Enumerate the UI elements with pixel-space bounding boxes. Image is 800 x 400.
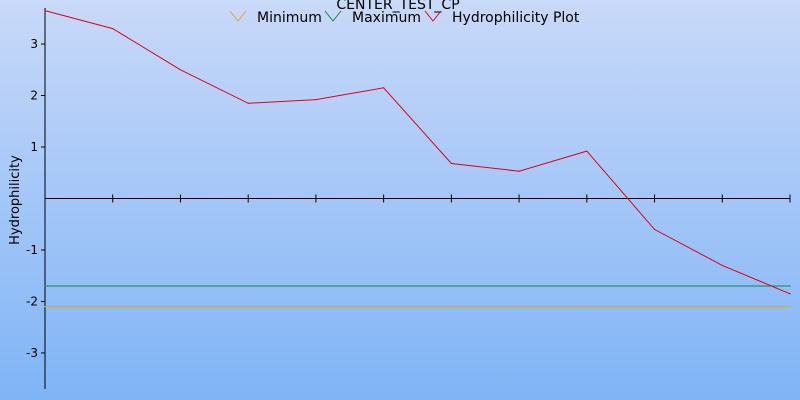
- data-point-minimum: [383, 306, 385, 308]
- data-point-minimum: [518, 306, 520, 308]
- data-point-minimum: [450, 306, 452, 308]
- y-tick-label: 1: [30, 140, 38, 154]
- data-point-hydrophilicity-plot: [44, 9, 46, 12]
- data-point-maximum: [315, 285, 317, 287]
- data-point-hydrophilicity-plot: [653, 228, 656, 230]
- data-point-maximum: [653, 285, 656, 287]
- data-point-hydrophilicity-plot: [383, 87, 385, 89]
- data-point-minimum: [112, 306, 114, 308]
- data-point-hydrophilicity-plot: [179, 69, 182, 71]
- y-tick-label: -2: [26, 294, 38, 308]
- hydrophilicity-chart: CENTER_TEST_CP Minimum Maximum Hydrophilic…: [0, 0, 800, 400]
- data-point-hydrophilicity-plot: [112, 27, 114, 30]
- chart-canvas: CENTER_TEST_CP Minimum Maximum Hydrophilic…: [0, 0, 800, 400]
- data-point-minimum: [247, 306, 249, 308]
- data-point-maximum: [721, 285, 723, 287]
- data-point-hydrophilicity-plot: [315, 99, 317, 101]
- data-point-maximum: [247, 285, 249, 287]
- data-point-minimum: [179, 306, 182, 308]
- data-point-hydrophilicity-plot: [518, 170, 520, 172]
- data-point-hydrophilicity-plot: [721, 264, 723, 267]
- data-point-hydrophilicity-plot: [789, 293, 791, 295]
- data-point-hydrophilicity-plot: [247, 102, 249, 104]
- data-point-minimum: [721, 306, 723, 308]
- legend-label: Minimum: [257, 10, 322, 26]
- data-point-minimum: [586, 306, 588, 308]
- data-point-minimum: [789, 306, 791, 308]
- series-maximum: [44, 285, 791, 287]
- data-point-maximum: [518, 285, 520, 287]
- data-point-maximum: [179, 285, 182, 287]
- y-tick-label: -3: [26, 346, 38, 360]
- data-point-hydrophilicity-plot: [586, 150, 588, 152]
- data-point-maximum: [450, 285, 452, 287]
- legend: Minimum Maximum Hydrophilicity Plot: [229, 10, 580, 26]
- data-point-maximum: [112, 285, 114, 287]
- data-point-hydrophilicity-plot: [450, 162, 452, 165]
- series-minimum: [44, 306, 791, 308]
- data-point-maximum: [789, 285, 791, 287]
- y-tick-label: -1: [26, 243, 38, 257]
- legend-label: Hydrophilicity Plot: [452, 10, 580, 26]
- data-point-minimum: [653, 306, 656, 308]
- legend-label: Maximum: [352, 10, 421, 26]
- y-axis-label: Hydrophilicity: [8, 155, 23, 245]
- data-point-maximum: [44, 285, 46, 287]
- y-tick-label: 2: [30, 89, 38, 103]
- data-point-minimum: [315, 306, 317, 308]
- y-tick-label: 3: [30, 37, 38, 51]
- chart-background: [0, 0, 800, 400]
- data-point-minimum: [44, 306, 46, 308]
- data-point-maximum: [586, 285, 588, 287]
- data-point-maximum: [383, 285, 385, 287]
